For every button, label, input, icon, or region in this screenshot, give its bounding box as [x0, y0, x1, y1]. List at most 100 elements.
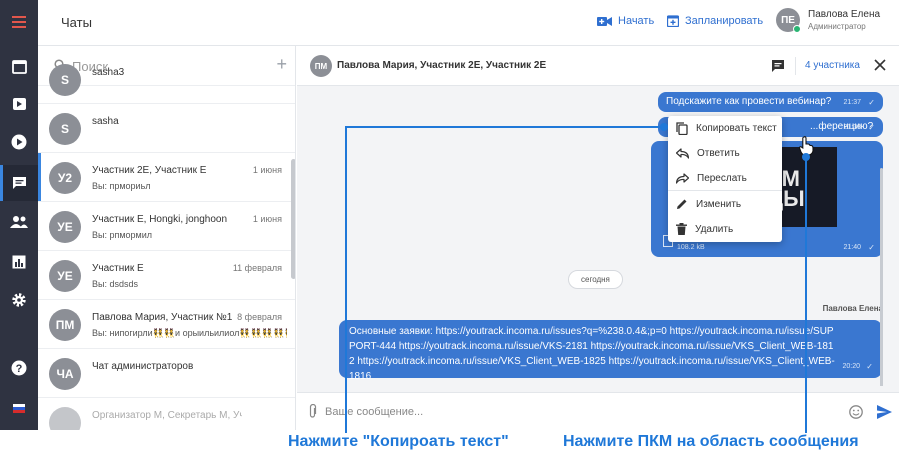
- chat-list-item[interactable]: ЧА Чат администраторов: [38, 349, 295, 398]
- chat-list-item[interactable]: S sasha3: [38, 55, 295, 104]
- chat-date: 11 февраля: [232, 263, 282, 273]
- stats-button[interactable]: [0, 244, 38, 280]
- chat-list-item[interactable]: S sasha: [38, 104, 295, 153]
- message-text: Подскажите как провести вебинар?: [666, 96, 832, 107]
- chat-name: Чат администраторов: [92, 361, 194, 372]
- menu-item-label: Переслать: [697, 172, 747, 184]
- sender-name: Павлова Елена: [822, 304, 883, 313]
- chat-avatar: У2: [49, 162, 81, 194]
- menu-item-reply[interactable]: Ответить: [668, 141, 782, 165]
- language-button[interactable]: [0, 390, 38, 426]
- menu-item-label: Ответить: [697, 147, 740, 159]
- start-meeting-button[interactable]: Начать: [597, 15, 654, 27]
- chat-date: 1 июня: [252, 214, 282, 224]
- settings-button[interactable]: [0, 282, 38, 318]
- send-icon[interactable]: [877, 405, 892, 419]
- top-bar: Чаты Начать Запланировать ПЕ Павлова Еле…: [38, 0, 899, 46]
- read-check-icon: ✓: [868, 123, 875, 132]
- menu-item-edit[interactable]: Изменить: [668, 192, 782, 216]
- chat-avatar: УЕ: [49, 260, 81, 292]
- chat-date: 1 июня: [252, 165, 282, 175]
- trash-icon: [676, 223, 687, 235]
- menu-item-delete[interactable]: Удалить: [668, 217, 782, 241]
- header-divider: [795, 57, 796, 75]
- read-check-icon: ✓: [868, 98, 875, 107]
- video-icon: [597, 16, 612, 26]
- chat-name: Павлова Мария, Участник №1: [92, 312, 233, 323]
- reply-icon: [676, 147, 689, 159]
- emoji-icon[interactable]: [849, 405, 863, 419]
- chat-list-item[interactable]: УЕ Участник Е, Hongki, jonghoon 1 июня В…: [38, 202, 295, 251]
- chat-preview: Вы: dsdsds: [92, 279, 138, 289]
- chat-list-item[interactable]: ПМ Павлова Мария, Участник №1 8 февраля …: [38, 300, 295, 349]
- chat-avatar: ЧА: [49, 358, 81, 390]
- forward-icon: [676, 172, 689, 184]
- chat-list-item[interactable]: Организатор М, Секретарь М, Участник...: [38, 398, 295, 430]
- chat-sidebar: + S sasha3 S sasha У2 Участник 2Е, Участ…: [38, 46, 296, 430]
- caption-right-click: Нажмите ПКМ на область сообщения: [563, 433, 859, 450]
- attach-icon[interactable]: [308, 404, 317, 419]
- chat-name: sasha3: [92, 67, 125, 78]
- chat-scrollbar[interactable]: [880, 168, 883, 386]
- guide-dot: [660, 123, 668, 131]
- chat-header-name: Павлова Мария, Участник 2Е, Участник 2Е: [337, 60, 547, 71]
- sidebar-scrollbar[interactable]: [291, 159, 295, 279]
- guide-line-copy: [345, 126, 663, 128]
- chat-list-item[interactable]: УЕ Участник Е 11 февраля Вы: dsdsds: [38, 251, 295, 300]
- chats-button[interactable]: [0, 165, 38, 201]
- file-size: 108.2 kB: [677, 244, 705, 251]
- message-area: Подскажите как провести вебинар? 21:37 ✓…: [297, 86, 899, 386]
- schedule-meeting-button[interactable]: Запланировать: [667, 15, 763, 27]
- calendar-icon: [11, 59, 27, 74]
- message-bubble[interactable]: Подскажите как провести вебинар? 21:37 ✓: [658, 92, 883, 112]
- play-icon: [11, 134, 27, 150]
- message-composer: [297, 392, 899, 430]
- menu-item-label: Изменить: [696, 198, 742, 210]
- message-input[interactable]: [325, 401, 825, 423]
- menu-item-forward[interactable]: Переслать: [668, 166, 782, 190]
- chat-name: Участник Е, Hongki, jonghoon: [92, 214, 228, 225]
- message-bubble[interactable]: Основные заявки: https://youtrack.incoma…: [339, 320, 882, 382]
- guide-line-message: [805, 158, 807, 430]
- play-button[interactable]: [0, 124, 38, 160]
- contacts-icon: [10, 216, 28, 228]
- chat-list: S sasha3 S sasha У2 Участник 2Е, Участни…: [38, 64, 295, 430]
- chat-preview: Вы: нипогирли👯👯и орыильилиол👯👯👯👯👯👯👯: [92, 328, 287, 338]
- guide-line-copy: [345, 126, 347, 430]
- online-status-dot: [793, 25, 801, 33]
- read-check-icon: ✓: [866, 362, 873, 371]
- user-initials: ПЕ: [781, 14, 795, 26]
- chat-name: Участник Е: [92, 263, 144, 274]
- video-icon: [12, 98, 26, 110]
- chat-bubble-icon[interactable]: [772, 60, 784, 72]
- close-icon[interactable]: [874, 59, 886, 71]
- user-avatar: ПЕ: [776, 8, 801, 33]
- contacts-button[interactable]: [0, 204, 38, 240]
- menu-item-label: Копировать текст: [696, 122, 777, 134]
- members-link[interactable]: 4 участника: [805, 60, 860, 71]
- gear-icon: [12, 293, 26, 307]
- chat-avatar: S: [49, 64, 81, 96]
- chat-preview: Вы: прмориьл: [92, 181, 151, 191]
- video-button[interactable]: [0, 86, 38, 122]
- chat-date: 8 февраля: [237, 312, 282, 322]
- chat-list-item[interactable]: У2 Участник 2Е, Участник Е 1 июня Вы: пр…: [38, 153, 295, 202]
- menu-icon: [12, 16, 26, 28]
- user-profile[interactable]: ПЕ Павлова Елена Администратор: [776, 8, 881, 33]
- pencil-icon: [677, 199, 687, 209]
- chat-avatar: УЕ: [49, 211, 81, 243]
- chat-avatar: [49, 407, 81, 430]
- chat-header: ПМ Павлова Мария, Участник 2Е, Участник …: [297, 46, 899, 86]
- svg-text:?: ?: [16, 363, 23, 375]
- message-text: ...ференцию?: [810, 121, 874, 132]
- help-button[interactable]: ?: [0, 350, 38, 386]
- chat-icon: [12, 177, 26, 189]
- app-window: ? Чаты Начать Запланировать ПЕ Павлова Е…: [0, 0, 899, 430]
- user-name: Павлова Елена: [808, 9, 881, 20]
- menu-button[interactable]: [0, 4, 38, 40]
- context-menu: Копировать текст Ответить Переслать Изме…: [668, 116, 782, 242]
- message-text: Основные заявки: https://youtrack.incoma…: [349, 326, 835, 382]
- guide-dot: [802, 153, 810, 161]
- menu-item-copy[interactable]: Копировать текст: [668, 116, 782, 140]
- calendar-button[interactable]: [0, 48, 38, 84]
